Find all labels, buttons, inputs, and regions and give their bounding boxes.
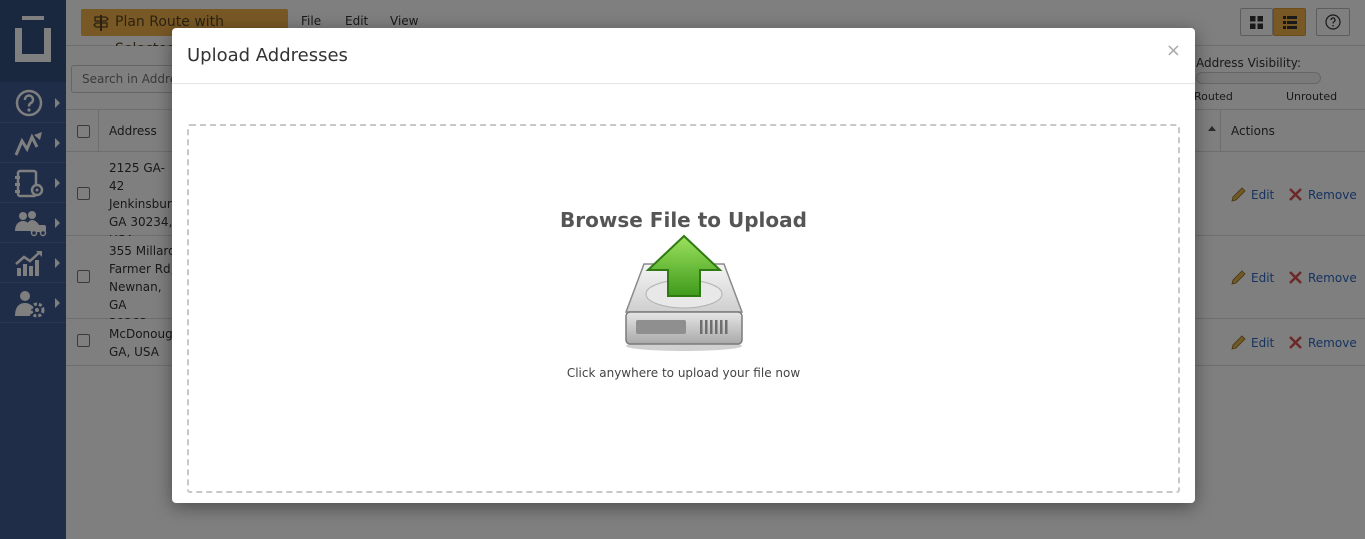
modal-header: Upload Addresses ×: [172, 28, 1195, 84]
dropzone-title: Browse File to Upload: [560, 208, 807, 232]
dropzone-subtitle: Click anywhere to upload your file now: [566, 366, 801, 380]
upload-dropzone[interactable]: Browse File to Upload Click anywhere to …: [187, 124, 1180, 493]
close-icon[interactable]: ×: [1166, 41, 1181, 61]
upload-modal: Upload Addresses × Browse File to Upload: [172, 28, 1195, 503]
modal-title: Upload Addresses: [187, 45, 348, 66]
upload-drive-icon: [624, 234, 744, 351]
